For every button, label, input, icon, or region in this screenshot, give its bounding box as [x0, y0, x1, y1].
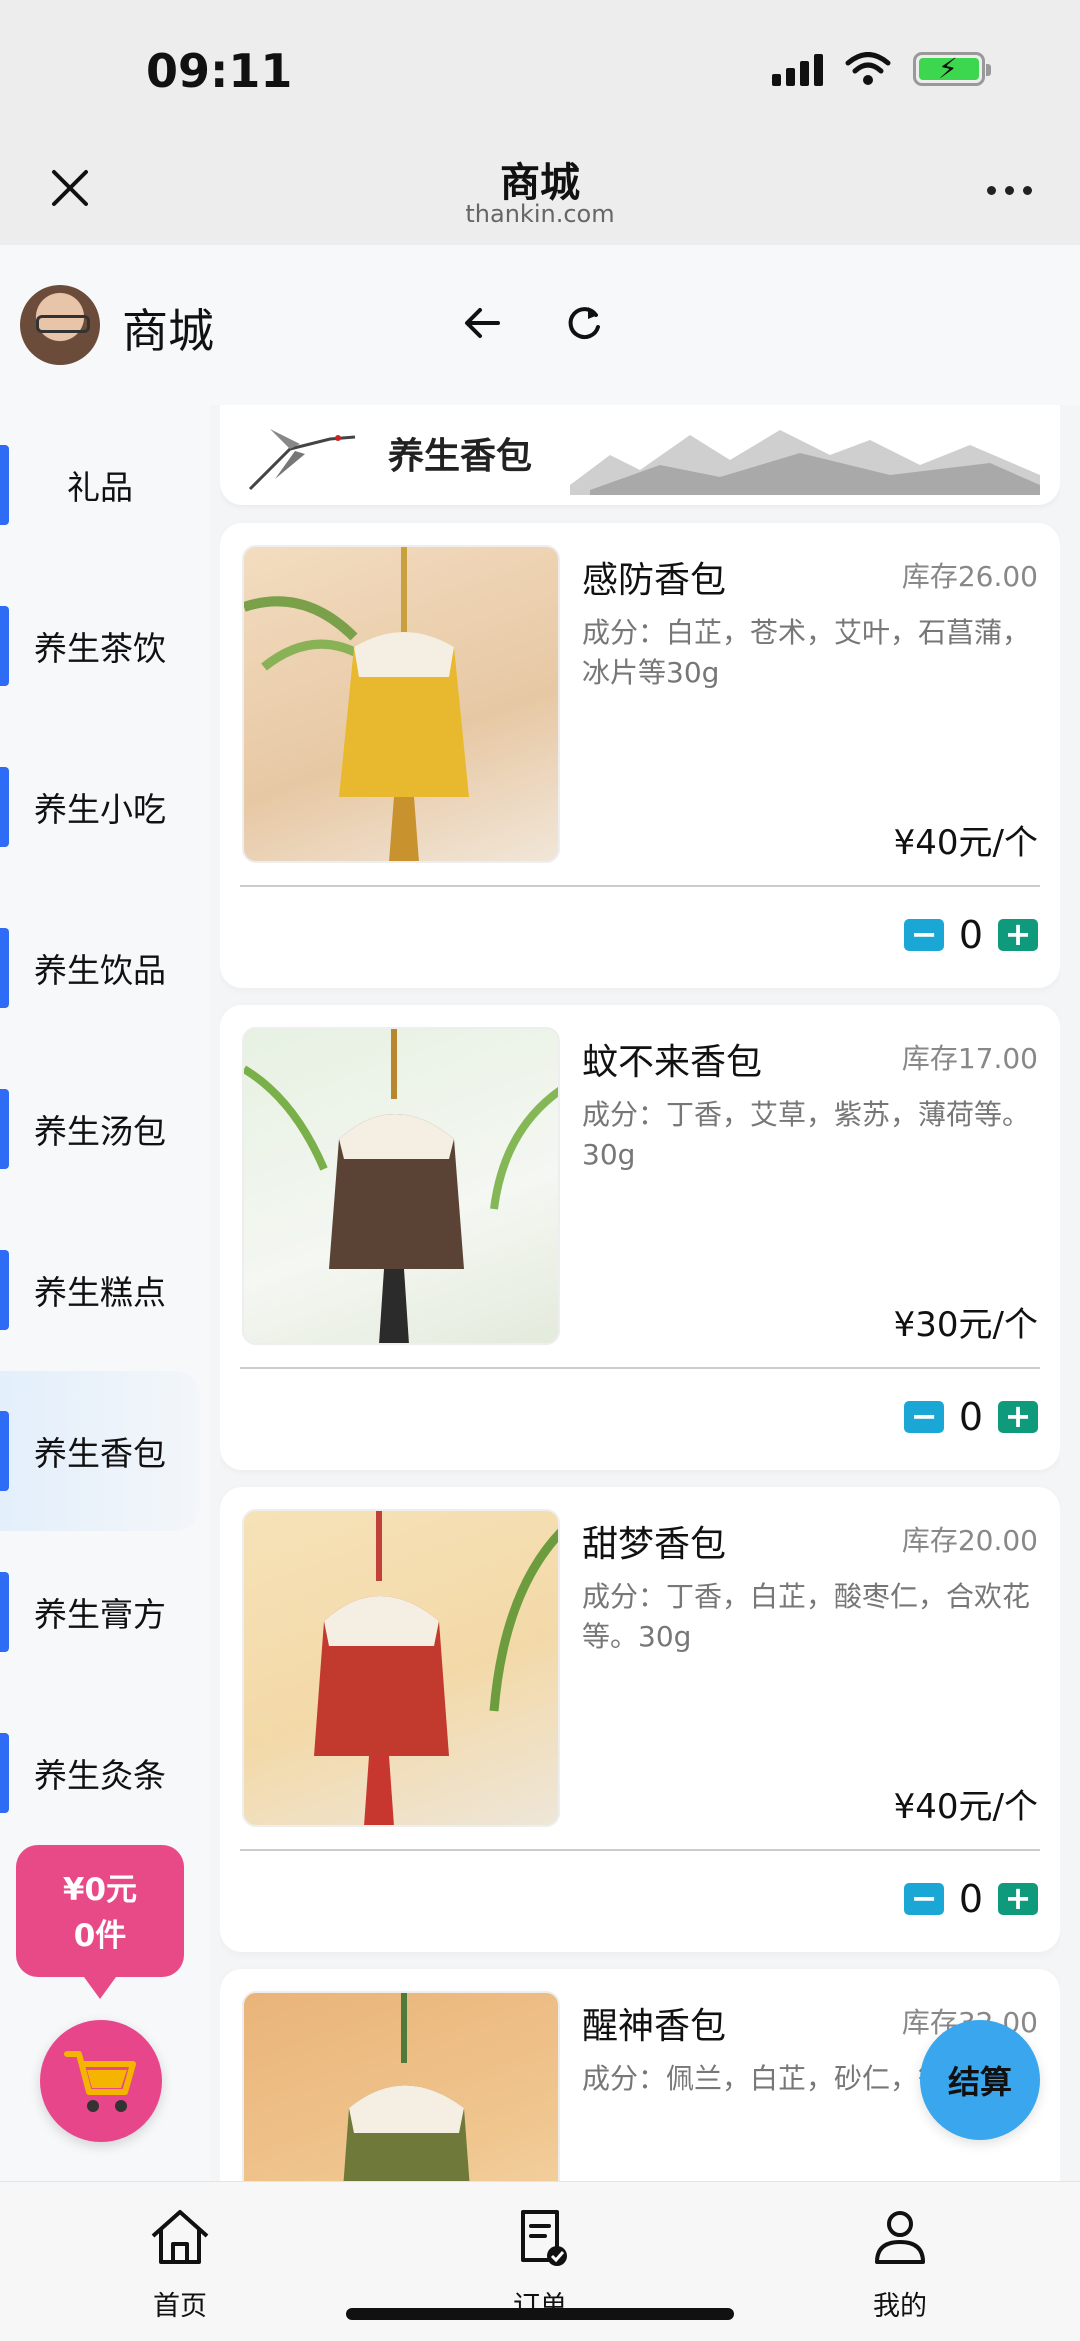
increment-button[interactable]: + — [998, 1882, 1038, 1915]
app-header: 商城 — [0, 245, 1080, 405]
user-icon — [875, 2211, 925, 2264]
product-name: 醒神香包 — [582, 2006, 727, 2047]
page-title: 商城 — [122, 304, 214, 358]
decrement-button[interactable]: − — [904, 1400, 944, 1433]
home-indicator[interactable] — [346, 2308, 734, 2320]
tab-home[interactable]: 首页 — [90, 2204, 270, 2323]
product-description: 成分：白芷，苍术，艾叶，石菖蒲，冰片等30g — [582, 616, 1031, 689]
sidebar-item-label: 养生汤包 — [34, 1112, 166, 1151]
decrement-button[interactable]: − — [904, 1882, 944, 1915]
cellular-signal-icon — [772, 52, 823, 86]
cart-total-amount: ¥0元 — [62, 1872, 138, 1908]
divider — [240, 885, 1040, 887]
quantity-value: 0 — [958, 1395, 984, 1439]
nav-subtitle-domain: thankin.com — [465, 200, 615, 228]
sidebar-item-tea[interactable]: 养生茶饮 — [0, 566, 200, 726]
status-icons: ⚡ — [772, 52, 991, 86]
product-card[interactable]: 甜梦香包 库存20.00 成分：丁香，白芷，酸枣仁，合欢花等。30g ¥40元/… — [220, 1487, 1060, 1952]
mountain-ink-illustration-icon — [570, 430, 1040, 495]
quantity-value: 0 — [958, 1877, 984, 1921]
home-icon — [151, 2210, 209, 2264]
product-image[interactable] — [242, 1991, 560, 2181]
product-name: 感防香包 — [582, 560, 727, 601]
back-arrow-icon[interactable] — [460, 301, 504, 345]
category-banner: 养生香包 — [220, 405, 1060, 505]
divider — [240, 1849, 1040, 1851]
status-time: 09:11 — [146, 44, 293, 98]
refresh-icon[interactable] — [562, 301, 606, 345]
cart-summary-badge[interactable]: ¥0元 0件 — [16, 1845, 184, 1999]
category-banner-title: 养生香包 — [388, 436, 533, 477]
product-image[interactable] — [242, 1509, 560, 1827]
quantity-value: 0 — [958, 913, 984, 957]
top-chrome: 09:11 ⚡ 商城 thankin.com — [0, 0, 1080, 245]
tab-profile[interactable]: 我的 — [810, 2204, 990, 2323]
order-list-icon — [521, 2210, 567, 2266]
more-menu-icon[interactable] — [987, 186, 1032, 195]
sidebar-item-label: 养生灸条 — [34, 1756, 166, 1795]
cart-button[interactable] — [40, 2020, 162, 2142]
cart-item-count: 0件 — [73, 1918, 127, 1954]
product-price: ¥30元/个 — [893, 1305, 1038, 1345]
tab-orders[interactable]: 订单 — [450, 2204, 630, 2323]
sidebar-item-label: 养生饮品 — [34, 951, 166, 990]
increment-button[interactable]: + — [998, 1400, 1038, 1433]
quantity-stepper: − 0 + — [904, 1395, 1038, 1439]
tab-label: 我的 — [873, 2291, 927, 2322]
increment-button[interactable]: + — [998, 918, 1038, 951]
sidebar-item-pastries[interactable]: 养生糕点 — [0, 1210, 200, 1370]
crane-illustration-icon — [248, 429, 356, 491]
product-price: ¥40元/个 — [893, 823, 1038, 863]
sidebar-item-label: 养生小吃 — [34, 790, 166, 829]
product-description: 成分：丁香，白芷，酸枣仁，合欢花等。30g — [582, 1580, 1031, 1653]
sidebar-item-gifts[interactable]: 礼品 — [0, 405, 200, 565]
product-image[interactable] — [242, 545, 560, 863]
sidebar-item-pastes[interactable]: 养生膏方 — [0, 1532, 200, 1692]
app-page: 09:11 ⚡ 商城 thankin.com 商城 礼品 养生茶饮 养生小吃 养… — [0, 0, 1080, 2341]
sidebar-item-label: 养生膏方 — [34, 1595, 166, 1634]
quantity-stepper: − 0 + — [904, 913, 1038, 957]
product-stock: 库存17.00 — [901, 1042, 1038, 1075]
shopping-cart-icon — [64, 2051, 136, 2112]
product-image[interactable] — [242, 1027, 560, 1345]
product-stock: 库存20.00 — [901, 1524, 1038, 1557]
product-list: 养生香包 感防香包 库存26.00 成分：白芷，苍术，艾叶，石菖蒲，冰片等30g… — [220, 405, 1060, 2181]
tab-label: 首页 — [153, 2291, 207, 2322]
sidebar-item-drinks[interactable]: 养生饮品 — [0, 888, 200, 1048]
product-stock: 库存26.00 — [901, 560, 1038, 593]
sidebar-item-snacks[interactable]: 养生小吃 — [0, 727, 200, 887]
decrement-button[interactable]: − — [904, 918, 944, 951]
product-price: ¥40元/个 — [893, 1787, 1038, 1827]
sidebar-item-label: 养生茶饮 — [34, 629, 166, 668]
sidebar-item-soup-packs[interactable]: 养生汤包 — [0, 1049, 200, 1209]
sidebar-item-moxa-sticks[interactable]: 养生灸条 — [0, 1693, 200, 1853]
sidebar-item-label: 养生香包 — [34, 1434, 166, 1473]
avatar[interactable] — [20, 285, 100, 365]
sidebar-item-label: 礼品 — [67, 468, 133, 507]
battery-charging-icon: ⚡ — [913, 52, 991, 86]
sidebar-item-label: 养生糕点 — [34, 1273, 166, 1312]
quantity-stepper: − 0 + — [904, 1877, 1038, 1921]
product-name: 蚊不来香包 — [582, 1042, 763, 1083]
product-name: 甜梦香包 — [582, 1524, 727, 1565]
product-description: 成分：丁香，艾草，紫苏，薄荷等。30g — [582, 1098, 1031, 1171]
product-card[interactable]: 蚊不来香包 库存17.00 成分：丁香，艾草，紫苏，薄荷等。30g ¥30元/个… — [220, 1005, 1060, 1470]
wifi-icon — [845, 52, 891, 85]
checkout-button[interactable]: 结算 — [920, 2020, 1040, 2140]
sidebar-item-sachets[interactable]: 养生香包 — [0, 1371, 200, 1531]
divider — [240, 1367, 1040, 1369]
product-card[interactable]: 感防香包 库存26.00 成分：白芷，苍术，艾叶，石菖蒲，冰片等30g ¥40元… — [220, 523, 1060, 988]
